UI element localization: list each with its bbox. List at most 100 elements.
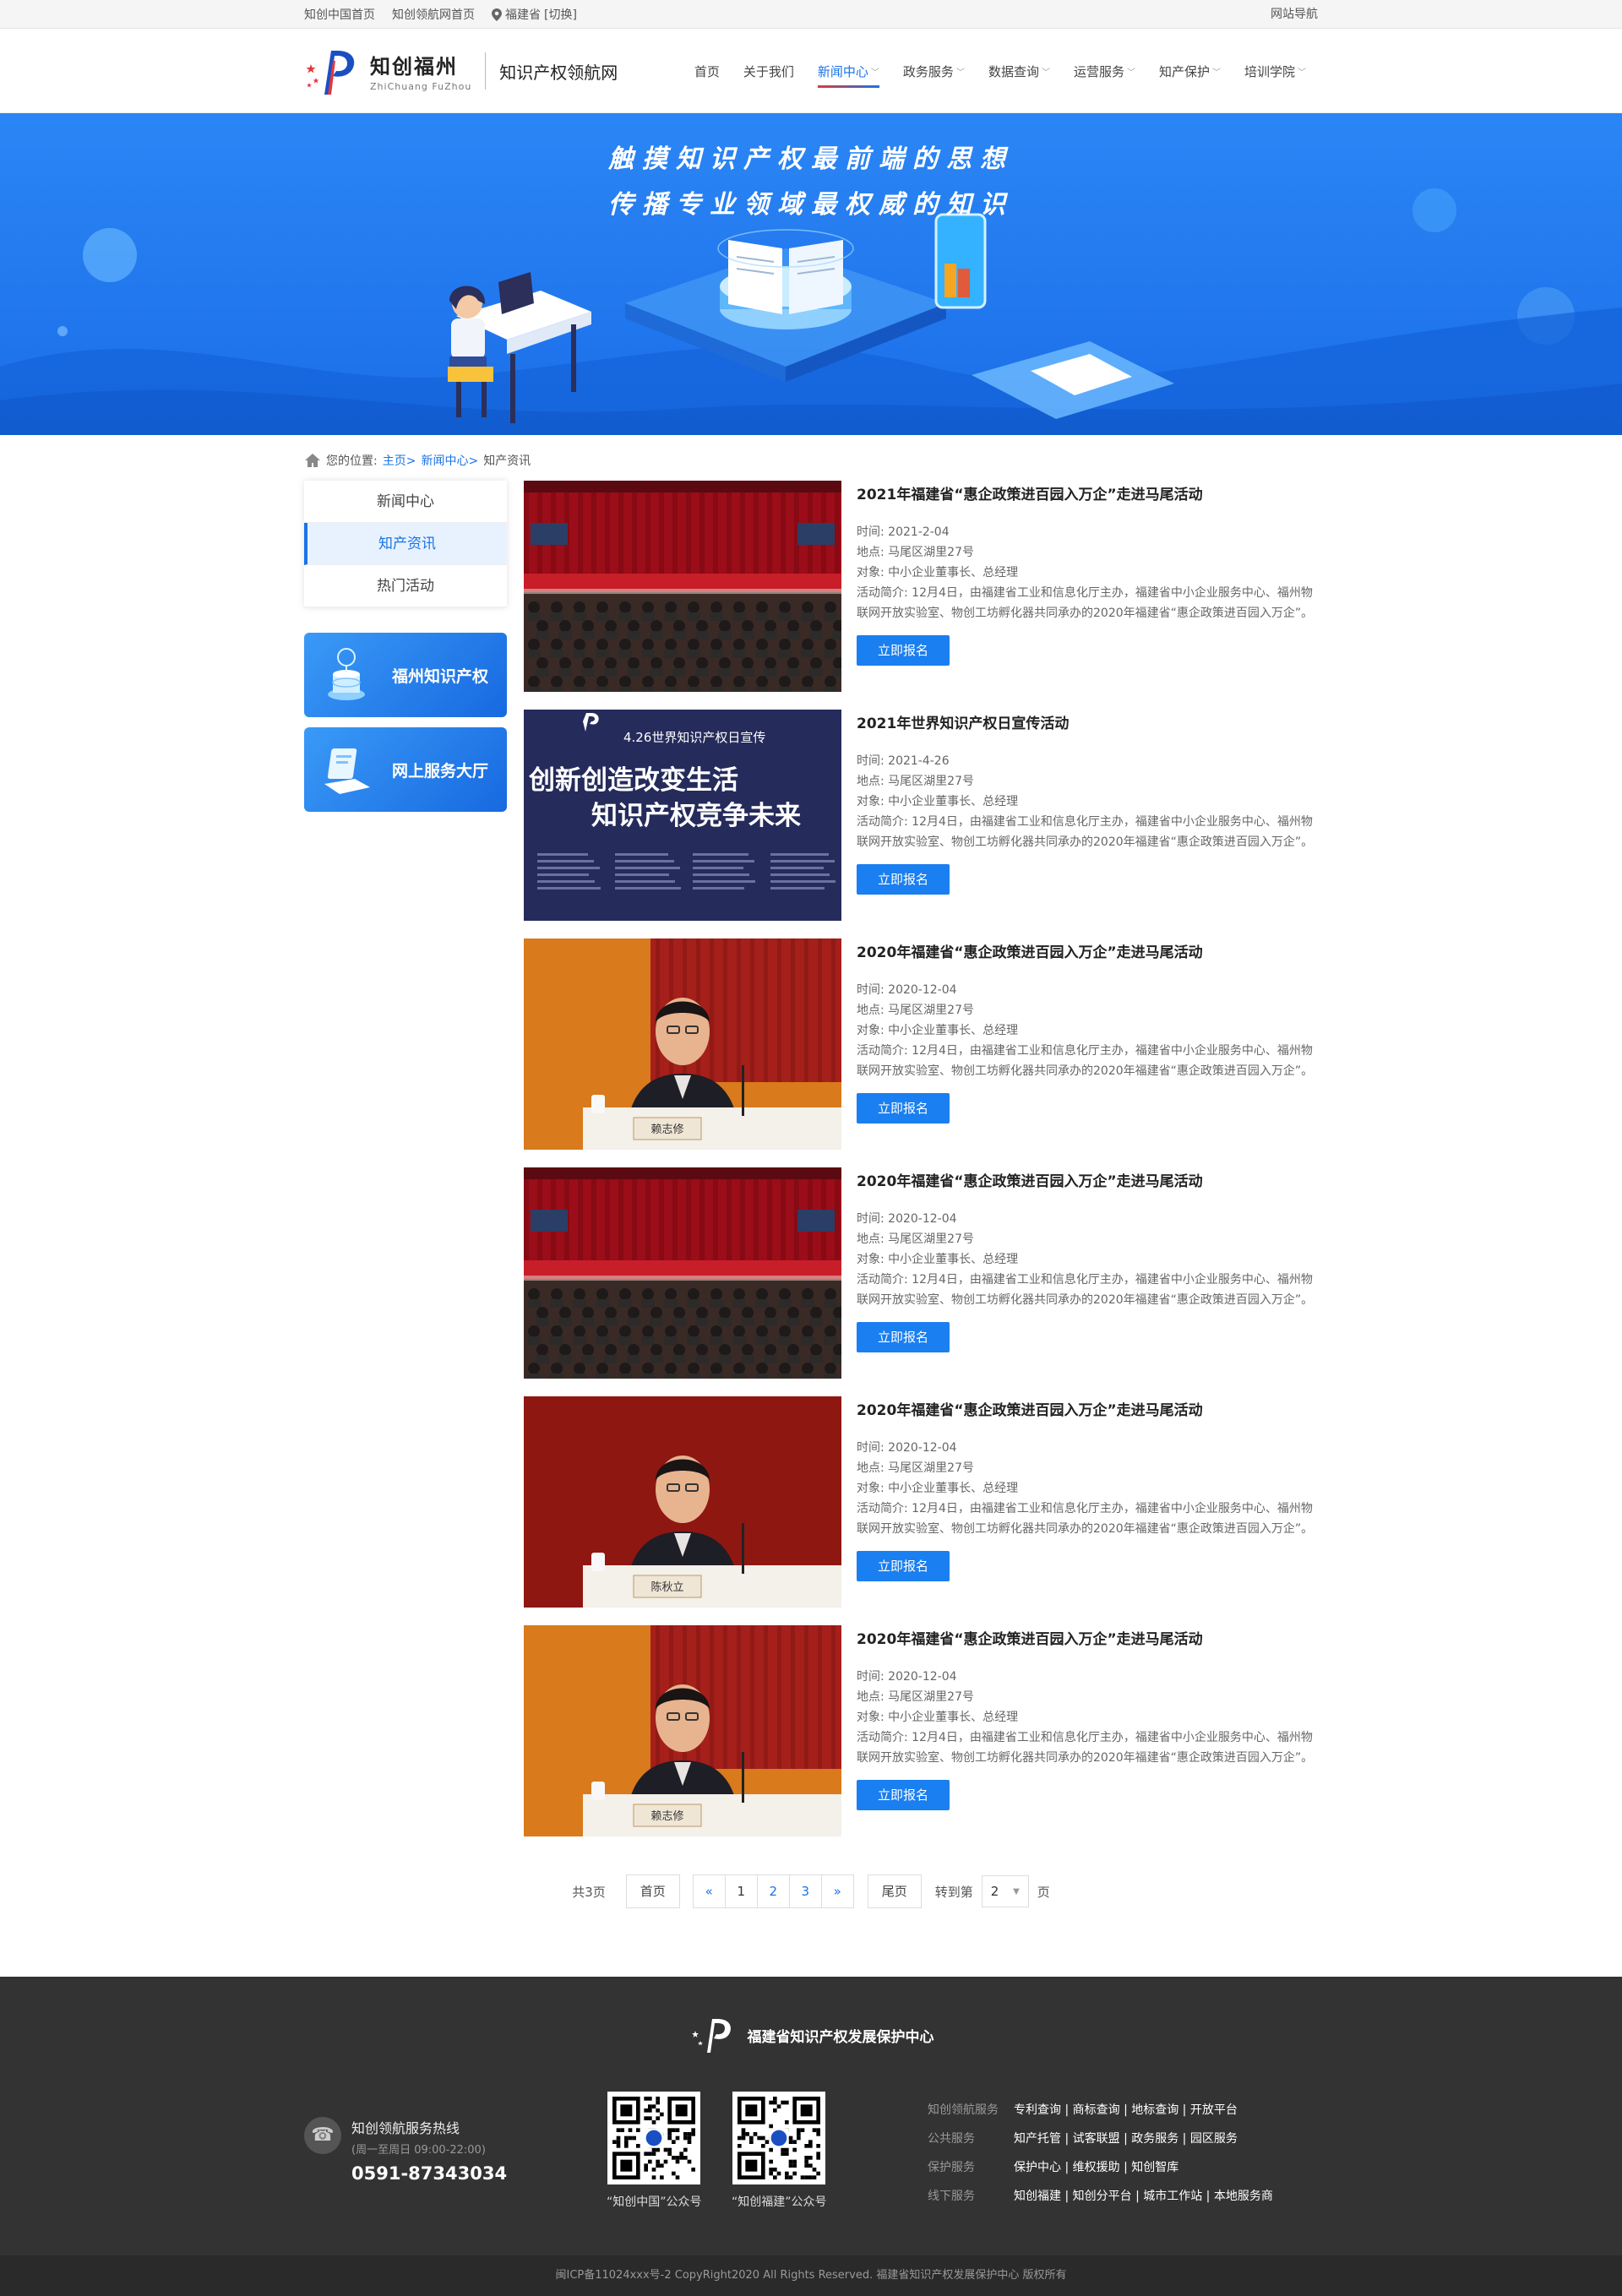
sidebar-item-hot-events[interactable]: 热门活动 (304, 565, 507, 607)
list-item-image[interactable] (524, 481, 841, 692)
location-province: 福建省 (505, 8, 541, 22)
list-item-image[interactable] (524, 1167, 841, 1379)
pager-page-2[interactable]: 2 (756, 1874, 790, 1908)
nav-about[interactable]: 关于我们 (732, 29, 806, 113)
qr-caption: “知创福建”公众号 (732, 2195, 827, 2209)
location-selector[interactable]: 福建省 [切换] (492, 6, 577, 23)
list-item-intro: 活动简介: 12月4日，由福建省工业和信息化厅主办，福建省中小企业服务中心、福州… (857, 1731, 1314, 1765)
list-item-title[interactable]: 2020年福建省“惠企政策进百园入万企”走进马尾活动 (857, 1627, 1318, 1648)
footer-link-items[interactable]: 保护中心 | 维权援助 | 知创智库 (1014, 2158, 1178, 2175)
event-photo[interactable]: 赖志修 (524, 1625, 841, 1836)
nav-label: 政务服务 (902, 63, 954, 79)
main-content: 新闻中心 知产资讯 热门活动 福州知识产权 网上服务大厅 2021年福建省“惠企… (304, 481, 1318, 1854)
pager-first-button[interactable]: 首页 (625, 1874, 680, 1908)
online-service-card-label: 网上服务大厅 (392, 761, 489, 781)
nav-label: 数据查询 (988, 63, 1039, 79)
qr-zhichuang-fujian: “知创福建”公众号 (732, 2092, 827, 2210)
list-item-target: 对象: 中小企业董事长、总经理 (857, 1711, 1019, 1724)
nav-ops[interactable]: 运营服务 ﹀ (1062, 29, 1147, 113)
footer-link-items[interactable]: 知产托管 | 试客联盟 | 政务服务 | 园区服务 (1014, 2130, 1238, 2146)
list-item-time: 时间: 2020-12-04 (857, 983, 957, 997)
list-item-image[interactable]: 陈秋立 (524, 1396, 841, 1608)
sidebar-item-news-center[interactable]: 新闻中心 (304, 481, 507, 523)
event-photo[interactable]: 赖志修 (524, 939, 841, 1150)
nav-label: 新闻中心 (817, 63, 868, 79)
pager-page-3[interactable]: 3 (788, 1874, 822, 1908)
list-item-title[interactable]: 2021年福建省“惠企政策进百园入万企”走进马尾活动 (857, 482, 1318, 503)
sidebar-item-ip-news[interactable]: 知产资讯 (304, 523, 507, 565)
list-item-target: 对象: 中小企业董事长、总经理 (857, 1024, 1019, 1037)
footer-link-label: 公共服务 (928, 2132, 975, 2146)
nav-training[interactable]: 培训学院 ﹀ (1233, 29, 1318, 113)
logo-en: ZhiChuang FuZhou (370, 81, 472, 92)
footer-link-label: 知创领航服务 (928, 2103, 999, 2117)
footer-link-row: 线下服务 知创福建 | 知创分平台 | 城市工作站 | 本地服务商 (928, 2181, 1273, 2210)
register-button[interactable]: 立即报名 (857, 635, 950, 666)
nav-news[interactable]: 新闻中心 ﹀ (806, 29, 891, 113)
list-item-title[interactable]: 2020年福建省“惠企政策进百园入万企”走进马尾活动 (857, 1398, 1318, 1419)
list-item: 2021年福建省“惠企政策进百园入万企”走进马尾活动 时间: 2021-2-04 地… (524, 481, 1318, 692)
list-item-target: 对象: 中小企业董事长、总经理 (857, 1253, 1019, 1266)
nav-label: 知产保护 (1158, 63, 1210, 79)
event-photo[interactable] (524, 481, 841, 692)
fuzhou-ip-card[interactable]: 福州知识产权 (304, 633, 507, 717)
footer-logo: 福建省知识产权发展保护中心 (0, 2016, 1622, 2054)
nav-home[interactable]: 首页 (683, 29, 732, 113)
list-item-place: 地点: 马尾区湖里27号 (857, 1690, 974, 1704)
pager-next-button[interactable]: » (820, 1874, 854, 1908)
footer: 福建省知识产权发展保护中心 ☎ 知创领航服务热线 (周一至周日 09:00-22… (0, 1977, 1622, 2296)
event-poster-image[interactable]: 4.26世界知识产权日宣传创新创造改变生活知识产权竞争未来 (524, 710, 841, 921)
register-button[interactable]: 立即报名 (857, 1780, 950, 1810)
svg-text:陈秋立: 陈秋立 (650, 1581, 683, 1594)
list-item-title[interactable]: 2021年世界知识产权日宣传活动 (857, 711, 1318, 732)
register-button[interactable]: 立即报名 (857, 1322, 950, 1352)
footer-link-row: 知创领航服务 专利查询 | 商标查询 | 地标查询 | 开放平台 (928, 2095, 1273, 2124)
pager-goto-select[interactable]: 2 ▼ (981, 1875, 1029, 1907)
breadcrumb-news[interactable]: 新闻中心> (421, 452, 478, 469)
list-item-image[interactable]: 赖志修 (524, 939, 841, 1150)
list-item-image[interactable]: 4.26世界知识产权日宣传 创新创造改变生活 知识产权竞争未来 (524, 710, 841, 921)
footer-link-row: 公共服务 知产托管 | 试客联盟 | 政务服务 | 园区服务 (928, 2124, 1273, 2152)
site-navigation-link[interactable]: 网站导航 (1271, 0, 1318, 29)
register-button[interactable]: 立即报名 (857, 1093, 950, 1124)
online-service-card[interactable]: 网上服务大厅 (304, 727, 507, 812)
list-item: 4.26世界知识产权日宣传 创新创造改变生活 知识产权竞争未来 2021年世界知识产权… (524, 710, 1318, 921)
list-item-place: 地点: 马尾区湖里27号 (857, 1461, 974, 1475)
laptop-icon (324, 748, 370, 794)
topbar-link-zhichuang-home[interactable]: 知创领航网首页 (392, 6, 475, 23)
topbar-link-zhichuang-china[interactable]: 知创中国首页 (304, 6, 375, 23)
sidebar-menu: 新闻中心 知产资讯 热门活动 (304, 481, 507, 607)
list-item-meta: 时间: 2020-12-04 地点: 马尾区湖里27号 对象: 中小企业董事长、总经… (857, 1438, 1318, 1539)
hotline-hours: (周一至周日 09:00-22:00) (351, 2144, 486, 2157)
list-item-info: 2020年福建省“惠企政策进百园入万企”走进马尾活动时间: 2020-12-04… (857, 1396, 1318, 1608)
pager-last-button[interactable]: 尾页 (867, 1874, 922, 1908)
breadcrumb-home[interactable]: 主页> (383, 452, 416, 469)
list-item-title[interactable]: 2020年福建省“惠企政策进百园入万企”走进马尾活动 (857, 1169, 1318, 1190)
news-list: 2021年福建省“惠企政策进百园入万企”走进马尾活动 时间: 2021-2-04 地… (524, 481, 1318, 1854)
event-photo[interactable]: 陈秋立 (524, 1396, 841, 1608)
nav-label: 运营服务 (1073, 63, 1124, 79)
site-logo[interactable]: 知创福州 ZhiChuang FuZhou 知识产权领航网 (304, 46, 618, 96)
logo-mark-icon (306, 51, 355, 95)
banner-slogan-line1: 触摸知识产权最前端的思想 (608, 144, 1014, 174)
chevron-down-icon: ﹀ (1211, 68, 1221, 78)
pager-prev-button[interactable]: « (692, 1874, 726, 1908)
list-item-image[interactable]: 赖志修 (524, 1625, 841, 1836)
location-switch[interactable]: [切换] (544, 6, 577, 23)
hero-banner: 触摸知识产权最前端的思想 传播专业领域最权威的知识 (0, 113, 1622, 435)
footer-link-items[interactable]: 专利查询 | 商标查询 | 地标查询 | 开放平台 (1014, 2101, 1238, 2118)
register-button[interactable]: 立即报名 (857, 864, 950, 895)
pager-page-1[interactable]: 1 (724, 1874, 758, 1908)
register-button[interactable]: 立即报名 (857, 1551, 950, 1581)
svg-text:赖志修: 赖志修 (650, 1124, 683, 1136)
nav-data[interactable]: 数据查询 ﹀ (977, 29, 1062, 113)
list-item: 赖志修 2020年福建省“惠企政策进百园入万企”走进马尾活动 时间: 2020-12… (524, 1625, 1318, 1836)
list-item-place: 地点: 马尾区湖里27号 (857, 546, 974, 559)
list-item-title[interactable]: 2020年福建省“惠企政策进百园入万企”走进马尾活动 (857, 940, 1318, 961)
nav-protect[interactable]: 知产保护 ﹀ (1147, 29, 1233, 113)
breadcrumb-prefix: 您的位置: (326, 454, 378, 468)
event-photo[interactable] (524, 1167, 841, 1379)
nav-gov[interactable]: 政务服务 ﹀ (891, 29, 977, 113)
hotline-number[interactable]: 0591-87343034 (351, 2163, 507, 2184)
footer-link-items[interactable]: 知创福建 | 知创分平台 | 城市工作站 | 本地服务商 (1014, 2187, 1273, 2204)
